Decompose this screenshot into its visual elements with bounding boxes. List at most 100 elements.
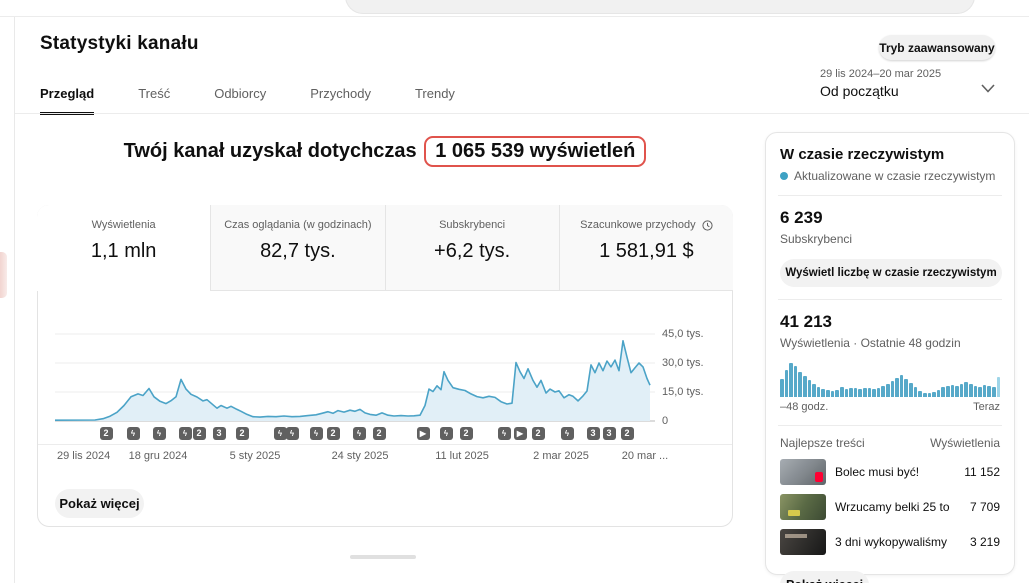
realtime-bar bbox=[964, 382, 968, 397]
tab-tre-[interactable]: Treść bbox=[138, 86, 170, 115]
video-marker-icon[interactable]: ▶ bbox=[417, 427, 430, 440]
realtime-bar bbox=[785, 370, 789, 397]
realtime-bar bbox=[821, 389, 825, 397]
y-axis-tick-label: 0 bbox=[662, 415, 717, 427]
video-count-marker[interactable]: 2 bbox=[460, 427, 473, 440]
realtime-bar bbox=[835, 390, 839, 397]
realtime-card: W czasie rzeczywistym Aktualizowane w cz… bbox=[765, 132, 1015, 575]
realtime-subscribers-count: 6 239 bbox=[780, 208, 1000, 228]
y-axis-tick-label: 45,0 tys. bbox=[662, 328, 717, 340]
shorts-marker-icon[interactable]: ϟ bbox=[179, 427, 192, 440]
shorts-marker-icon[interactable]: ϟ bbox=[310, 427, 323, 440]
shorts-marker-icon[interactable]: ϟ bbox=[561, 427, 574, 440]
headline-prefix: Twój kanał uzyskał dotychczas bbox=[124, 140, 417, 162]
date-preset-text: Od początku bbox=[820, 83, 995, 99]
advanced-mode-button[interactable]: Tryb zaawansowany bbox=[879, 35, 995, 60]
realtime-bar bbox=[909, 383, 913, 397]
video-title: Bolec musi być! bbox=[835, 465, 919, 479]
shorts-marker-icon[interactable]: ϟ bbox=[127, 427, 140, 440]
live-count-button[interactable]: Wyświetl liczbę w czasie rzeczywistym bbox=[780, 259, 1002, 287]
realtime-bar bbox=[992, 387, 996, 397]
realtime-bar bbox=[826, 390, 830, 397]
divider bbox=[778, 425, 1002, 426]
search-bar[interactable] bbox=[345, 0, 975, 14]
realtime-bar bbox=[928, 393, 932, 397]
video-count-marker[interactable]: 2 bbox=[193, 427, 206, 440]
top-content-row[interactable]: 3 dni wykopywaliśmy dź… 3 219 bbox=[780, 529, 1000, 555]
youtube-studio-analytics-screen: Statystyki kanału Tryb zaawansowany 29 l… bbox=[0, 0, 1029, 583]
date-range-picker[interactable]: 29 lis 2024–20 mar 2025 Od początku bbox=[820, 68, 995, 106]
video-count-marker[interactable]: 2 bbox=[373, 427, 386, 440]
video-count-marker[interactable]: 2 bbox=[621, 427, 634, 440]
top-content-list: Bolec musi być! 11 152 Wrzucamy belki 25 t… bbox=[780, 459, 1000, 555]
top-content-row[interactable]: Bolec musi być! 11 152 bbox=[780, 459, 1000, 485]
realtime-bar bbox=[923, 393, 927, 397]
left-edge-artifact bbox=[0, 252, 7, 298]
metric-card-czas-oglądania-w-godzinach-[interactable]: Czas oglądania (w godzinach)82,7 tys. bbox=[210, 205, 384, 291]
realtime-bar bbox=[817, 387, 821, 397]
realtime-bar bbox=[937, 390, 941, 397]
shorts-marker-icon[interactable]: ϟ bbox=[153, 427, 166, 440]
realtime-axis-right-label: Teraz bbox=[973, 401, 1000, 413]
realtime-bar bbox=[891, 381, 895, 397]
top-content-header: Najlepsze treści bbox=[780, 436, 865, 450]
realtime-bar bbox=[987, 386, 991, 397]
x-axis-tick-label: 18 gru 2024 bbox=[123, 450, 193, 462]
metric-card-wyświetlenia[interactable]: Wyświetlenia1,1 mln bbox=[37, 205, 210, 291]
shorts-marker-icon[interactable]: ϟ bbox=[274, 427, 287, 440]
video-title: Wrzucamy belki 25 ton n… bbox=[835, 500, 950, 514]
realtime-bar bbox=[946, 386, 950, 397]
realtime-bar bbox=[877, 388, 881, 397]
tab-odbiorcy[interactable]: Odbiorcy bbox=[214, 86, 266, 115]
realtime-bar bbox=[900, 375, 904, 397]
chevron-down-icon bbox=[981, 84, 995, 93]
realtime-bar bbox=[960, 384, 964, 397]
shorts-marker-icon[interactable]: ϟ bbox=[440, 427, 453, 440]
shorts-marker-icon[interactable]: ϟ bbox=[286, 427, 299, 440]
realtime-subscribers-label: Subskrybenci bbox=[780, 232, 1000, 246]
video-marker-icon[interactable]: ▶ bbox=[514, 427, 527, 440]
video-views: 3 219 bbox=[970, 535, 1000, 549]
shorts-marker-icon[interactable]: ϟ bbox=[498, 427, 511, 440]
shorts-marker-icon[interactable]: ϟ bbox=[353, 427, 366, 440]
video-count-marker[interactable]: 2 bbox=[236, 427, 249, 440]
metric-card-szacunkowe-przychody[interactable]: Szacunkowe przychody 1 581,91 $ bbox=[559, 205, 733, 291]
realtime-bar bbox=[918, 391, 922, 397]
realtime-bar bbox=[951, 385, 955, 397]
realtime-bar bbox=[845, 389, 849, 397]
realtime-bar bbox=[904, 379, 908, 397]
top-content-row[interactable]: Wrzucamy belki 25 ton n… 7 709 bbox=[780, 494, 1000, 520]
realtime-bar bbox=[895, 378, 899, 397]
video-count-marker[interactable]: 3 bbox=[603, 427, 616, 440]
tab-przychody[interactable]: Przychody bbox=[310, 86, 371, 115]
video-count-marker[interactable]: 3 bbox=[213, 427, 226, 440]
video-title: 3 dni wykopywaliśmy dź… bbox=[835, 535, 950, 549]
horizontal-scrollbar-thumb[interactable] bbox=[350, 555, 416, 559]
realtime-views-label: Wyświetlenia · Ostatnie 48 godzin bbox=[780, 336, 1000, 350]
video-views: 11 152 bbox=[964, 465, 1000, 479]
realtime-bar bbox=[803, 376, 807, 397]
realtime-live-note: Aktualizowane w czasie rzeczywistym bbox=[794, 169, 995, 183]
video-count-marker[interactable]: 2 bbox=[100, 427, 113, 440]
realtime-bar bbox=[798, 372, 802, 397]
video-count-marker[interactable]: 3 bbox=[587, 427, 600, 440]
video-views: 7 709 bbox=[970, 500, 1000, 514]
tab-przegl-d[interactable]: Przegląd bbox=[40, 86, 94, 115]
realtime-bar bbox=[863, 388, 867, 397]
tab-trendy[interactable]: Trendy bbox=[415, 86, 455, 115]
realtime-bar bbox=[840, 387, 844, 397]
show-more-button[interactable]: Pokaż więcej bbox=[55, 489, 144, 518]
realtime-bar bbox=[983, 385, 987, 397]
divider bbox=[778, 195, 1002, 196]
top-header bbox=[0, 0, 1029, 17]
realtime-bar bbox=[831, 391, 835, 397]
realtime-show-more-button[interactable]: Pokaż więcej bbox=[780, 571, 869, 583]
realtime-bar bbox=[932, 392, 936, 397]
realtime-bar bbox=[858, 389, 862, 397]
x-axis-tick-label: 11 lut 2025 bbox=[427, 450, 497, 462]
video-count-marker[interactable]: 2 bbox=[327, 427, 340, 440]
video-count-marker[interactable]: 2 bbox=[532, 427, 545, 440]
date-range-text: 29 lis 2024–20 mar 2025 bbox=[820, 68, 995, 80]
metric-card-subskrybenci[interactable]: Subskrybenci+6,2 tys. bbox=[385, 205, 559, 291]
realtime-bar bbox=[789, 363, 793, 397]
